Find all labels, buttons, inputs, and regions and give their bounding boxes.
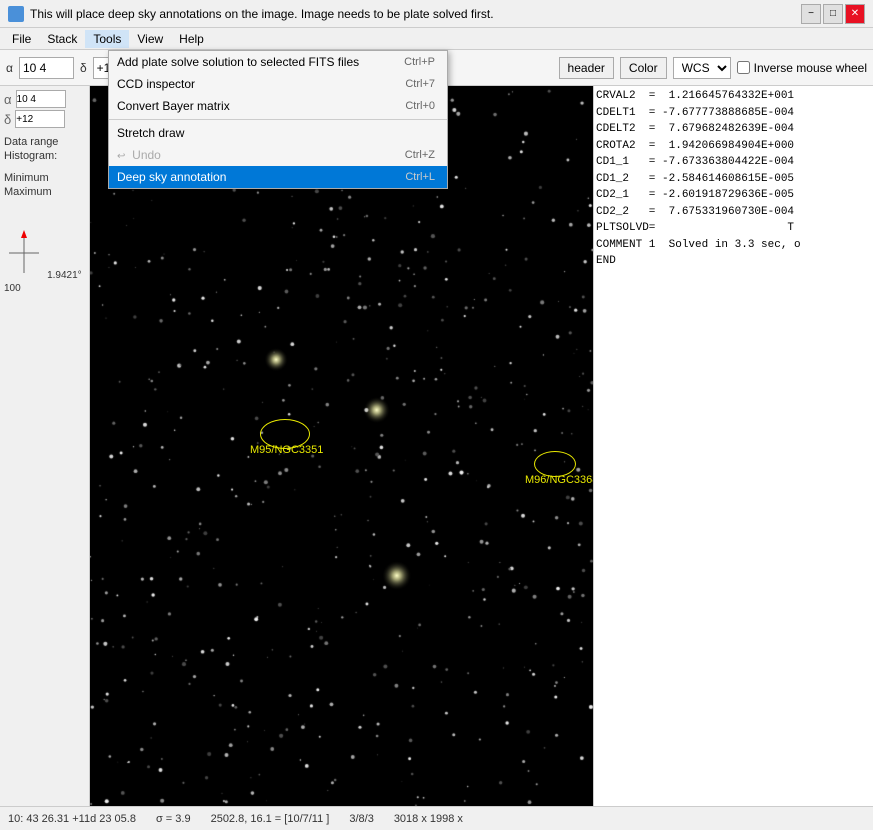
alpha-input[interactable] [19, 57, 74, 79]
inverse-mouse-wheel-label: Inverse mouse wheel [754, 61, 867, 75]
header-button[interactable]: header [559, 57, 614, 79]
maximum-side-label: Maximum [4, 186, 85, 198]
dimensions-display: 3018 x 1998 x [394, 813, 463, 825]
window-title: This will place deep sky annotations on … [30, 7, 801, 21]
fits-line: CD2_1 = -2.601918729636E-005 [596, 187, 871, 204]
main-area: α δ Data range Histogram: Minimum Maximu… [0, 86, 873, 806]
close-button[interactable]: ✕ [845, 4, 865, 24]
tools-dropdown: Add plate solve solution to selected FIT… [108, 50, 448, 189]
color-button[interactable]: Color [620, 57, 667, 79]
shortcut-label: Ctrl+P [404, 56, 435, 68]
dropdown-item-convert-bayer-matrix[interactable]: Convert Bayer matrixCtrl+0 [109, 95, 447, 117]
coords-display: 10: 43 26.31 +11d 23 05.8 [8, 813, 136, 825]
fits-line: CD1_2 = -2.584614608615E-005 [596, 171, 871, 188]
angle-numeric: 100 [4, 283, 85, 294]
fits-line: CD1_1 = -7.673363804422E-004 [596, 154, 871, 171]
fits-line: END [596, 253, 871, 270]
star-canvas [90, 86, 593, 806]
shortcut-label: Ctrl+L [405, 171, 435, 183]
dropdown-item-undo: ↩ UndoCtrl+Z [109, 144, 447, 166]
maximize-button[interactable]: □ [823, 4, 843, 24]
sigma-display: σ = 3.9 [156, 813, 191, 825]
angle-value: 1.9421° [47, 270, 82, 281]
image-area[interactable]: M95/NGC3351M96/NGC3368IC643/PGC32392ICPG… [90, 86, 593, 806]
fits-line: CDELT2 = 7.679682482639E-004 [596, 121, 871, 138]
fits-line: CD2_2 = 7.675331960730E-004 [596, 204, 871, 221]
menu-tools[interactable]: Tools [85, 30, 129, 48]
fits-line: CROTA2 = 1.942066984904E+000 [596, 138, 871, 155]
menubar: File Stack Tools View Help [0, 28, 873, 50]
dropdown-separator [109, 119, 447, 120]
page-display: 3/8/3 [349, 813, 373, 825]
fits-line: COMMENT 1 Solved in 3.3 sec, o [596, 237, 871, 254]
delta-label: δ [80, 61, 87, 75]
menu-stack[interactable]: Stack [39, 30, 85, 48]
dropdown-item-add-plate-solve-solu[interactable]: Add plate solve solution to selected FIT… [109, 51, 447, 73]
dropdown-item-deep-sky-annotation[interactable]: Deep sky annotationCtrl+L [109, 166, 447, 188]
menu-view[interactable]: View [129, 30, 171, 48]
wcs-dropdown[interactable]: WCS [673, 57, 731, 79]
angle-indicator: 1.9421° 100 [4, 228, 85, 294]
menu-help[interactable]: Help [171, 30, 212, 48]
inverse-mouse-wheel-checkbox[interactable] [737, 61, 750, 74]
fits-header-panel[interactable]: CRVAL2 = 1.216645764332E+001CDELT1 = -7.… [593, 86, 873, 806]
fits-line: CDELT1 = -7.677773888685E-004 [596, 105, 871, 122]
statusbar: 10: 43 26.31 +11d 23 05.8 σ = 3.9 2502.8… [0, 806, 873, 830]
data-range-side-label: Data range [4, 136, 85, 148]
minimum-side-label: Minimum [4, 172, 85, 184]
shortcut-label: Ctrl+7 [405, 78, 435, 90]
delta-side-input[interactable] [15, 110, 65, 128]
fits-line: CRVAL2 = 1.216645764332E+001 [596, 88, 871, 105]
shortcut-label: Ctrl+Z [405, 149, 435, 161]
minimize-button[interactable]: − [801, 4, 821, 24]
inverse-mouse-wheel-group: Inverse mouse wheel [737, 61, 867, 75]
fits-line: PLTSOLVD= T [596, 220, 871, 237]
alpha-label: α [6, 61, 13, 75]
left-panel: α δ Data range Histogram: Minimum Maximu… [0, 86, 90, 806]
titlebar: This will place deep sky annotations on … [0, 0, 873, 28]
dropdown-item-ccd-inspector[interactable]: CCD inspectorCtrl+7 [109, 73, 447, 95]
menu-file[interactable]: File [4, 30, 39, 48]
undo-icon: ↩ [117, 151, 128, 162]
app-icon [8, 6, 24, 22]
shortcut-label: Ctrl+0 [405, 100, 435, 112]
dropdown-item-stretch-draw[interactable]: Stretch draw [109, 122, 447, 144]
alpha-side-input[interactable] [16, 90, 66, 108]
histogram-side-label: Histogram: [4, 150, 85, 162]
window-controls: − □ ✕ [801, 4, 865, 24]
pixel-info-display: 2502.8, 16.1 = [10/7/11 ] [211, 813, 330, 825]
